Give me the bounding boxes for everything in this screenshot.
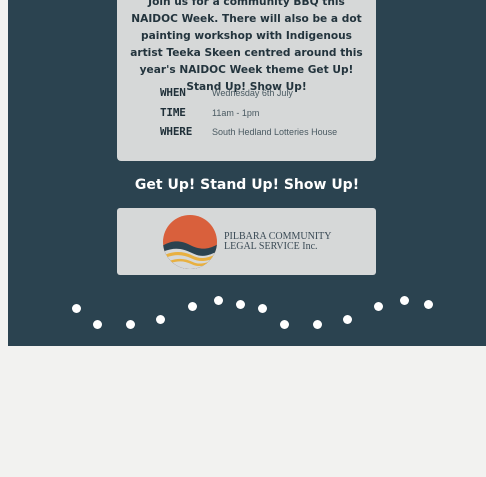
detail-value: 11am - 1pm (212, 107, 260, 118)
detail-label: WHEN (160, 86, 186, 99)
event-description: Join us for a community BBQ this NAIDOC … (130, 0, 363, 93)
decorative-dot (280, 320, 289, 329)
sunset-logo-icon (163, 215, 217, 269)
decorative-dot (93, 320, 102, 329)
detail-label: WHERE (160, 125, 193, 138)
detail-row-where: WHERE South Hedland Lotteries House (160, 125, 337, 145)
event-info-card: Join us for a community BBQ this NAIDOC … (117, 0, 376, 161)
organisation-name-line2: LEGAL SERVICE Inc. (224, 241, 318, 252)
organisation-logo-card: PILBARA COMMUNITY LEGAL SERVICE Inc. (117, 208, 376, 275)
detail-value: South Hedland Lotteries House (212, 127, 338, 137)
decorative-dot (236, 300, 245, 309)
decorative-dot (156, 315, 165, 324)
decorative-dot (400, 296, 409, 305)
decorative-dot (343, 315, 352, 324)
organisation-name: PILBARA COMMUNITY LEGAL SERVICE Inc. (224, 232, 332, 252)
decorative-dot (374, 302, 383, 311)
decorative-dot (72, 304, 81, 313)
decorative-dot (126, 320, 135, 329)
decorative-dot (424, 300, 433, 309)
decorative-dot (313, 320, 322, 329)
naidoc-poster: Join us for a community BBQ this NAIDOC … (8, 0, 486, 346)
detail-row-when: WHEN Wednesday 6th July (160, 86, 337, 106)
theme-slogan: Get Up! Stand Up! Show Up! (134, 177, 360, 193)
detail-value: Wednesday 6th July (212, 88, 293, 98)
detail-row-time: TIME 11am - 1pm (160, 106, 337, 126)
decorative-dot (188, 302, 197, 311)
event-details: WHEN Wednesday 6th July TIME 11am - 1pm … (160, 86, 337, 145)
decorative-dot (258, 304, 267, 313)
decorative-dot (214, 296, 223, 305)
detail-label: TIME (160, 105, 186, 119)
